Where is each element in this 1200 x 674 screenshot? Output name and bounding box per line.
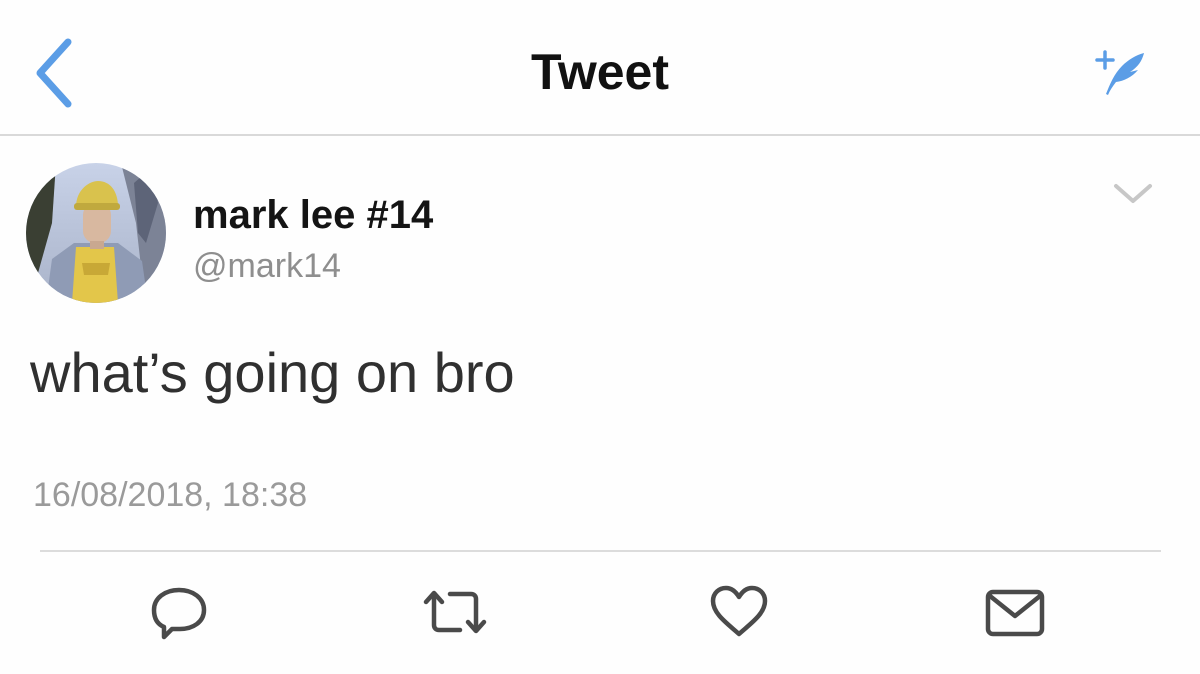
profile-photo-avatar: [26, 163, 166, 303]
avatar[interactable]: [26, 163, 166, 303]
compose-tweet-button[interactable]: [1088, 44, 1152, 100]
divider: [40, 550, 1161, 552]
tweet-timestamp: 16/08/2018, 18:38: [33, 476, 308, 514]
tweet-menu-button[interactable]: [1108, 174, 1158, 214]
compose-quill-icon: [1095, 50, 1144, 95]
display-name[interactable]: mark lee #14: [193, 190, 433, 240]
page-title: Tweet: [531, 44, 669, 100]
tweet-text: what’s going on bro: [30, 341, 515, 404]
navigation-bar: Tweet: [0, 0, 1200, 136]
reply-button[interactable]: [146, 582, 212, 642]
retweet-button[interactable]: [422, 582, 488, 642]
user-handle[interactable]: @mark14: [193, 244, 341, 288]
retweet-icon: [423, 590, 487, 634]
direct-message-button[interactable]: [982, 582, 1048, 642]
chevron-down-icon: [1114, 184, 1152, 203]
direct-message-icon: [985, 589, 1045, 637]
like-heart-icon: [710, 585, 768, 637]
reply-icon: [151, 587, 207, 640]
like-button[interactable]: [706, 582, 772, 642]
